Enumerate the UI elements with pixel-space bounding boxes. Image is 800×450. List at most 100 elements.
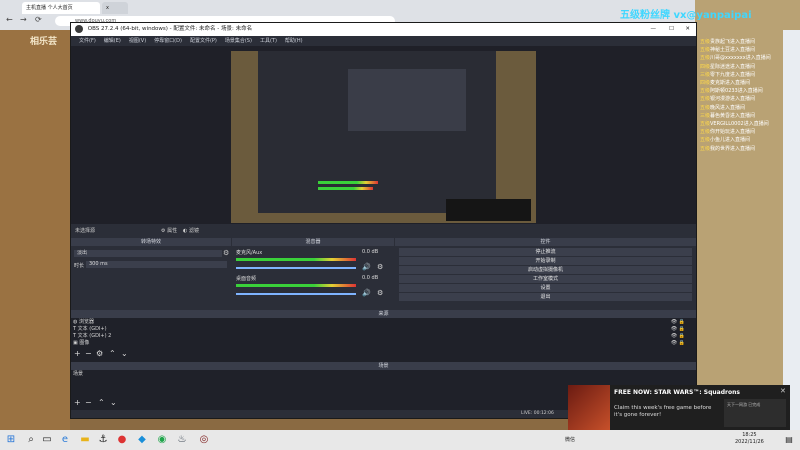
obs-titlebar: OBS 27.2.4 (64-bit, windows) - 配置文件: 未命名… — [71, 23, 696, 36]
source-name: 文本 (GDI+) — [77, 326, 107, 332]
eye-icon[interactable]: 👁 🔒 — [671, 319, 685, 326]
app-icon[interactable]: ● — [115, 433, 129, 447]
close-icon[interactable]: ✕ — [780, 387, 786, 395]
source-item[interactable]: ▣ 图像 👁 🔒 — [73, 340, 693, 347]
windows-start-icon[interactable]: ⊞ — [4, 433, 18, 447]
fan-level-badge: 五级 — [700, 96, 711, 103]
clock[interactable]: 18:25 2022/11/26 — [735, 432, 764, 446]
speaker-icon[interactable]: 🔊 — [362, 263, 371, 271]
properties-button[interactable]: ⚙ 属性 — [161, 224, 177, 238]
move-up-icon[interactable]: ⌃ — [98, 398, 105, 407]
gear-icon[interactable]: ⚙ — [377, 289, 383, 297]
move-down-icon[interactable]: ⌄ — [110, 398, 117, 407]
stop-streaming-button[interactable]: 停止推流 — [399, 248, 692, 256]
chat-line: 五级小鱼儿进入直播间 — [700, 136, 750, 143]
properties-label: 属性 — [167, 228, 178, 234]
text-icon: T — [73, 333, 77, 339]
fan-level-badge: 五级 — [700, 121, 711, 127]
obs-taskbar-icon[interactable]: ◎ — [197, 433, 211, 447]
speaker-icon[interactable]: 🔊 — [362, 289, 371, 297]
eye-icon[interactable]: 👁 🔒 — [671, 326, 685, 333]
clock-time: 18:25 — [742, 432, 757, 438]
settings-button[interactable]: 设置 — [399, 284, 692, 292]
edge-icon[interactable]: e — [58, 433, 72, 447]
stream-left-strip — [0, 30, 70, 430]
source-name: 浏览器 — [78, 319, 94, 325]
forward-icon[interactable]: → — [20, 15, 27, 24]
obs-title-text: OBS 27.2.4 (64-bit, windows) - 配置文件: 未命名… — [87, 26, 253, 32]
menu-item[interactable]: 编辑(E) — [104, 36, 121, 46]
menu-item[interactable]: 文件(F) — [79, 36, 96, 46]
gear-icon[interactable]: ⚙ — [223, 249, 229, 257]
chat-line: 四级星际迷途进入直播间 — [700, 63, 755, 70]
menu-item[interactable]: 工具(T) — [260, 36, 277, 46]
notification-side-card: 天下一网游 已完成 — [724, 399, 786, 427]
remove-source-icon[interactable]: − — [85, 349, 92, 358]
move-up-icon[interactable]: ⌃ — [109, 349, 116, 358]
task-view-icon[interactable]: ▭ — [40, 433, 54, 447]
preview-canvas — [231, 51, 536, 223]
menu-item[interactable]: 配置文件(P) — [190, 36, 217, 46]
search-icon[interactable]: ⌕ — [24, 433, 38, 447]
chat-text: 星际迷途进入直播间 — [710, 63, 756, 70]
move-down-icon[interactable]: ⌄ — [121, 349, 128, 358]
browser-tab-inactive[interactable]: x — [102, 2, 128, 14]
preview-meter — [318, 187, 373, 190]
studio-mode-button[interactable]: 工作室模式 — [399, 275, 692, 283]
notification-center-icon[interactable]: ▤ — [782, 433, 796, 447]
menu-item[interactable]: 视图(V) — [129, 36, 146, 46]
obs-preview[interactable] — [71, 46, 696, 224]
folder-icon[interactable]: ▬ — [78, 433, 92, 447]
chrome-icon[interactable]: ◉ — [155, 433, 169, 447]
eye-icon[interactable]: 👁 🔒 — [671, 333, 685, 340]
volume-meter — [236, 258, 356, 261]
reload-icon[interactable]: ⟳ — [35, 15, 42, 24]
source-item[interactable]: T 文本 (GDI+) 👁 🔒 — [73, 326, 693, 333]
filters-button[interactable]: ◐ 滤镜 — [183, 224, 199, 238]
add-scene-icon[interactable]: + — [74, 398, 81, 407]
exit-button[interactable]: 退出 — [399, 293, 692, 301]
source-name: 图像 — [79, 340, 90, 346]
side-card-text: 天下一网游 已完成 — [727, 402, 761, 407]
transition-select[interactable]: 淡出 — [74, 250, 222, 257]
text-icon: T — [73, 326, 77, 332]
sources-panel: 来源 ◍ 浏览器 👁 🔒 T 文本 (GDI+) 👁 🔒 T 文本 (GDI+) 2… — [71, 310, 696, 362]
volume-slider[interactable] — [236, 293, 356, 295]
epic-notification[interactable]: FREE NOW: STAR WARS™: Squadrons Claim th… — [568, 385, 790, 430]
minimize-icon[interactable]: — — [651, 23, 657, 36]
source-item[interactable]: ◍ 浏览器 👁 🔒 — [73, 319, 693, 326]
source-settings-icon[interactable]: ⚙ — [96, 349, 103, 358]
anchor-icon[interactable]: ⚓ — [96, 433, 110, 447]
chat-line: 三级暮色黄昏进入直播间 — [700, 112, 755, 119]
menu-item[interactable]: 停靠窗口(D) — [154, 36, 182, 46]
menu-item[interactable]: 帮助(H) — [285, 36, 303, 46]
chat-line: 五级川哥@xxxxxxx进入直播间 — [700, 54, 771, 61]
menu-item[interactable]: 场景集合(S) — [225, 36, 252, 46]
app-icon[interactable]: ◆ — [135, 433, 149, 447]
fan-level-badge: 五级 — [700, 104, 711, 111]
duration-field[interactable]: 300 ms — [86, 261, 227, 268]
steam-icon[interactable]: ♨ — [175, 433, 189, 447]
scene-item[interactable]: 场景 — [73, 371, 693, 378]
remove-scene-icon[interactable]: − — [85, 398, 92, 407]
panel-header: 控件 — [395, 238, 696, 246]
virtual-camera-button[interactable]: 启动虚拟摄像机 — [399, 266, 692, 274]
start-recording-button[interactable]: 开始录制 — [399, 257, 692, 265]
gear-icon[interactable]: ⚙ — [377, 263, 383, 271]
add-source-icon[interactable]: + — [74, 349, 81, 358]
fan-level-badge: 五级 — [700, 88, 711, 95]
back-icon[interactable]: ← — [6, 15, 13, 24]
volume-meter — [236, 284, 356, 287]
nested-capture-inner — [348, 69, 466, 131]
source-item[interactable]: T 文本 (GDI+) 2 👁 🔒 — [73, 333, 693, 340]
browser-tab[interactable]: 主机直播 个人大首页 — [22, 2, 100, 14]
volume-slider[interactable] — [236, 267, 356, 269]
maximize-icon[interactable]: ☐ — [669, 23, 674, 36]
eye-icon[interactable]: 👁 🔒 — [671, 340, 685, 347]
image-icon: ▣ — [73, 340, 78, 346]
panel-header: 混音器 — [232, 238, 394, 246]
chat-line: 五级晚风进入直播间 — [700, 104, 745, 111]
notification-title: FREE NOW: STAR WARS™: Squadrons — [614, 389, 740, 396]
obs-window: OBS 27.2.4 (64-bit, windows) - 配置文件: 未命名… — [70, 22, 697, 419]
close-icon[interactable]: ✕ — [685, 23, 690, 36]
